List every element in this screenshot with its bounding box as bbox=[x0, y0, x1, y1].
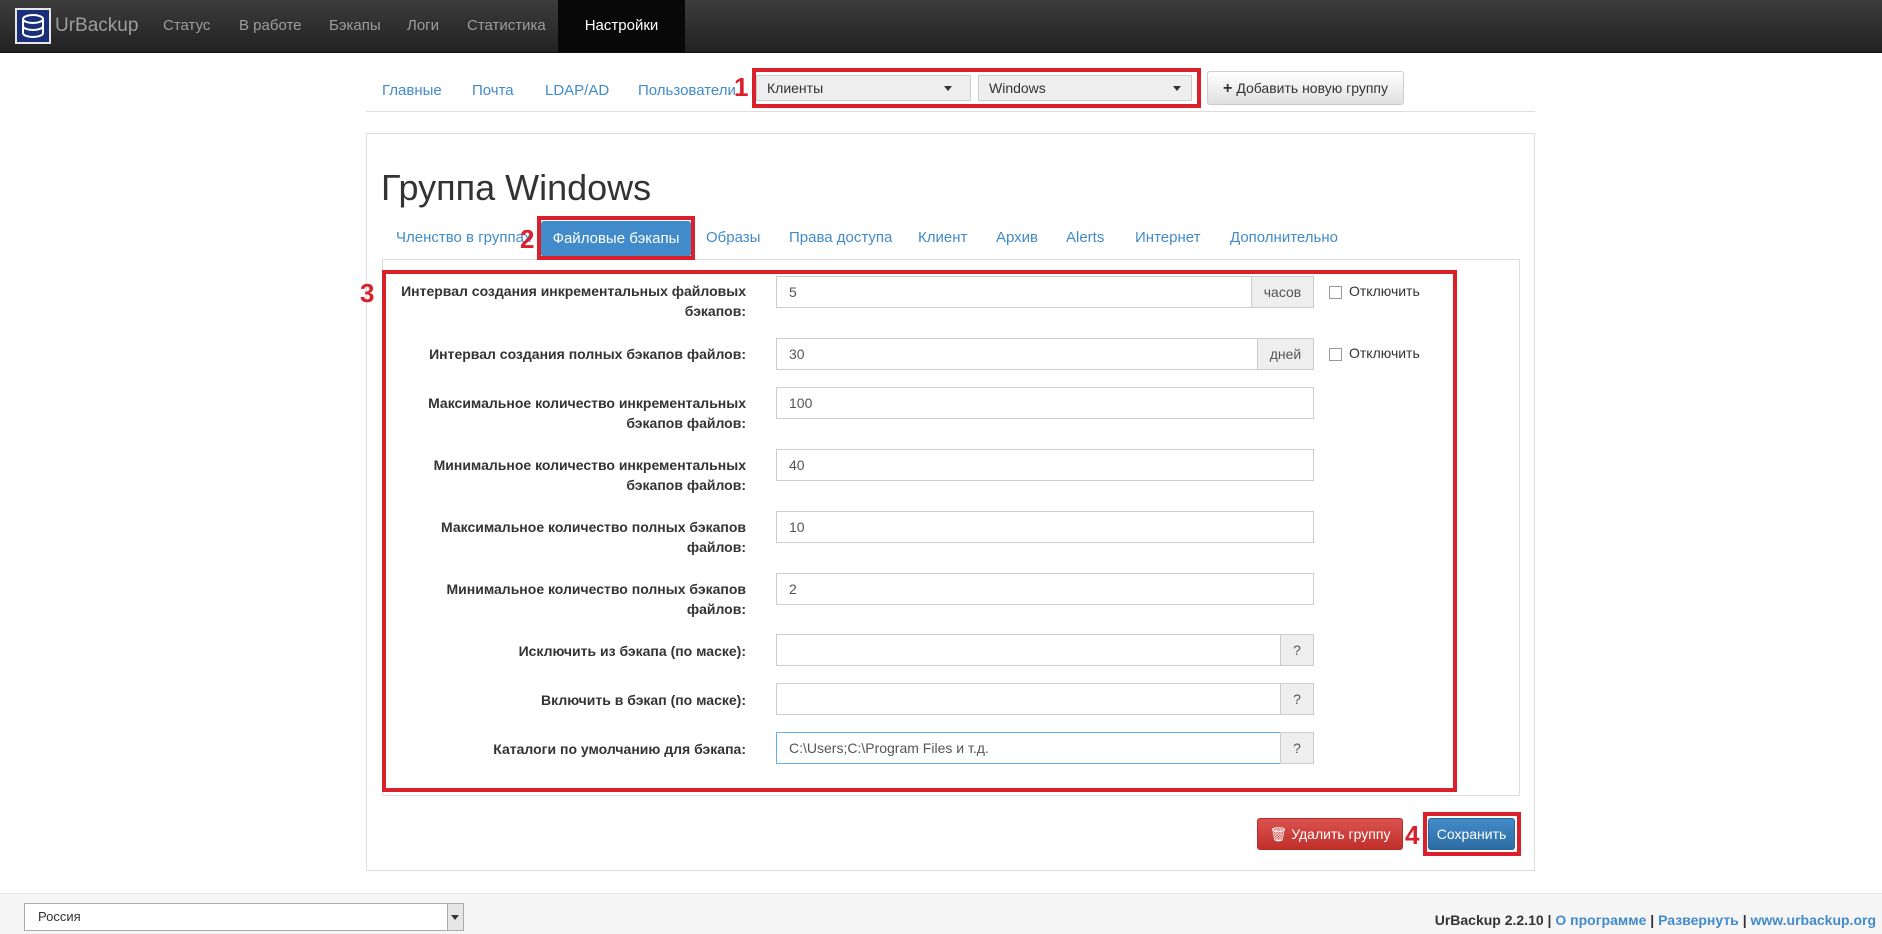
footer-links: UrBackup 2.2.10 | О программе | Разверну… bbox=[1435, 912, 1876, 928]
tab-images[interactable]: Образы bbox=[706, 229, 760, 246]
nav-statistics[interactable]: Статистика bbox=[452, 0, 561, 52]
trash-icon: 🗑 bbox=[1269, 826, 1292, 842]
delete-group-label: Удалить группу bbox=[1291, 826, 1391, 842]
tab-client[interactable]: Клиент bbox=[918, 229, 967, 246]
site-link[interactable]: www.urbackup.org bbox=[1751, 912, 1877, 928]
brand-name[interactable]: UrBackup bbox=[55, 15, 138, 37]
language-select[interactable]: Россия bbox=[24, 903, 464, 931]
tab-group-membership[interactable]: Членство в группах bbox=[396, 229, 531, 246]
nav-settings[interactable]: Настройки bbox=[558, 0, 685, 52]
annotation-box-1 bbox=[752, 68, 1201, 108]
footer-separator: | bbox=[1650, 912, 1655, 928]
tab-users[interactable]: Пользователи bbox=[638, 82, 736, 99]
tabs-divider bbox=[366, 111, 1535, 112]
language-value: Россия bbox=[38, 909, 81, 924]
nav-backups[interactable]: Бэкапы bbox=[314, 0, 396, 52]
tab-archive[interactable]: Архив bbox=[996, 229, 1038, 246]
nav-logs[interactable]: Логи bbox=[392, 0, 454, 52]
footer-separator: | bbox=[1742, 912, 1747, 928]
delete-group-button[interactable]: 🗑 Удалить группу bbox=[1257, 818, 1403, 850]
annotation-number-4: 4 bbox=[1405, 820, 1420, 850]
tab-alerts[interactable]: Alerts bbox=[1066, 229, 1104, 246]
top-navbar: UrBackup Статус В работе Бэкапы Логи Ста… bbox=[0, 0, 1882, 53]
version-text: UrBackup 2.2.10 bbox=[1434, 912, 1544, 928]
add-group-button[interactable]: + Добавить новую группу bbox=[1207, 71, 1404, 105]
annotation-number-3: 3 bbox=[360, 278, 375, 308]
expand-link[interactable]: Развернуть bbox=[1658, 912, 1739, 928]
tab-general[interactable]: Главные bbox=[382, 82, 442, 99]
annotation-number-1: 1 bbox=[734, 72, 749, 102]
chevron-down-icon bbox=[447, 904, 463, 930]
plus-icon: + bbox=[1222, 80, 1233, 97]
annotation-box-2 bbox=[537, 216, 695, 260]
nav-in-progress[interactable]: В работе bbox=[224, 0, 317, 52]
page-title: Группа Windows bbox=[381, 167, 652, 208]
annotation-number-2: 2 bbox=[520, 224, 535, 254]
tab-advanced[interactable]: Дополнительно bbox=[1230, 229, 1338, 246]
about-link[interactable]: О программе bbox=[1555, 912, 1646, 928]
tab-permissions[interactable]: Права доступа bbox=[789, 229, 892, 246]
urbackup-logo-icon[interactable] bbox=[15, 8, 51, 44]
annotation-box-4 bbox=[1423, 812, 1521, 856]
tab-mail[interactable]: Почта bbox=[472, 82, 514, 99]
footer-separator: | bbox=[1547, 912, 1552, 928]
nav-status[interactable]: Статус bbox=[148, 0, 225, 52]
tab-ldap[interactable]: LDAP/AD bbox=[545, 82, 609, 99]
add-group-label: Добавить новую группу bbox=[1236, 80, 1389, 96]
tab-internet[interactable]: Интернет bbox=[1135, 229, 1200, 246]
annotation-box-3 bbox=[382, 270, 1457, 792]
